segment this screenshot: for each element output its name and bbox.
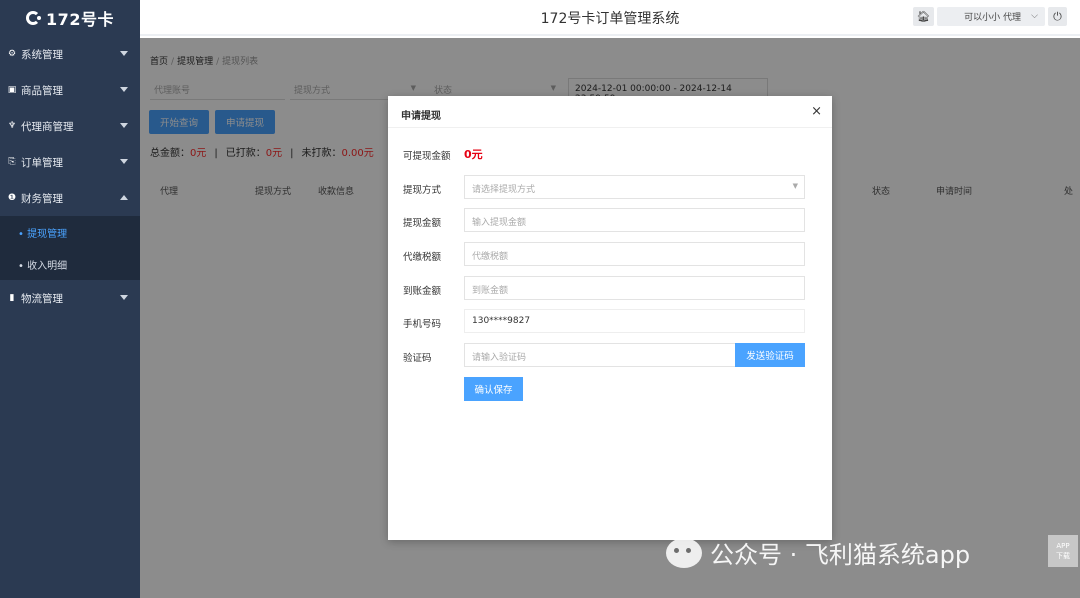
- user-select-value: 可以小小 代理: [964, 13, 1021, 23]
- sidebar-item-label: 订单管理: [21, 156, 63, 169]
- phone-field[interactable]: 130****9827: [464, 309, 805, 333]
- finance-icon: ❶: [7, 193, 17, 203]
- top-header: 172号卡订单管理系统 🏠︎ 可以小小 代理 ⌵ ⏻: [140, 0, 1080, 36]
- chevron-down-icon: [120, 159, 128, 164]
- method-placeholder: 请选择提现方式: [472, 185, 536, 195]
- dialog-title: 申请提现: [401, 111, 441, 122]
- sidebar-item-finance[interactable]: ❶ 财务管理: [0, 180, 140, 216]
- available-label: 可提现金额: [403, 151, 451, 162]
- chevron-down-icon: ⌵: [1031, 11, 1038, 21]
- app-download-badge[interactable]: APP 下载: [1048, 535, 1078, 567]
- tax-amount-input[interactable]: 代缴税额: [464, 242, 805, 266]
- code-label: 验证码: [403, 353, 432, 364]
- gear-icon: ⚙: [7, 49, 17, 59]
- sidebar-item-agent[interactable]: ♆ 代理商管理: [0, 108, 140, 144]
- chevron-up-icon: [120, 195, 128, 200]
- withdraw-dialog: 申请提现 × 可提现金额 0元 提现方式 请选择提现方式 ▼ 提现金额 输入提现…: [388, 96, 832, 540]
- received-label: 到账金额: [403, 286, 442, 297]
- tax-label: 代缴税额: [403, 252, 442, 263]
- goods-icon: ▣: [7, 85, 17, 95]
- sidebar-item-logistics[interactable]: ▮ 物流管理: [0, 280, 140, 316]
- available-amount: 0元: [464, 148, 483, 161]
- bookmark-icon: ▮: [9, 293, 15, 303]
- amount-label: 提现金额: [403, 218, 442, 229]
- sidebar-item-label: 代理商管理: [21, 120, 74, 133]
- wechat-icon: [666, 537, 702, 568]
- chevron-down-icon: ▼: [792, 182, 798, 190]
- withdraw-amount-input[interactable]: 输入提现金额: [464, 208, 805, 232]
- sidebar-item-goods[interactable]: ▣ 商品管理: [0, 72, 140, 108]
- sidebar-item-label: 系统管理: [21, 48, 63, 61]
- sidebar-item-label: 商品管理: [21, 84, 63, 97]
- watermark-text: 公众号 · 飞利猫系统app: [710, 541, 971, 569]
- order-icon: ⎘: [8, 157, 16, 167]
- finance-submenu: • 提现管理 • 收入明细: [0, 216, 140, 280]
- sidebar: 172号卡 ⚙ 系统管理 ▣ 商品管理 ♆ 代理商管理 ⎘ 订单管理 ❶ 财务管…: [0, 0, 140, 598]
- agent-icon: ♆: [7, 121, 17, 131]
- sidebar-item-label: 财务管理: [21, 192, 63, 205]
- user-select[interactable]: 可以小小 代理 ⌵: [937, 7, 1045, 26]
- home-icon: 🏠︎: [916, 10, 931, 23]
- method-label: 提现方式: [403, 185, 442, 196]
- watermark: 公众号 · 飞利猫系统app: [666, 535, 970, 570]
- logo-icon: [26, 11, 42, 25]
- verification-code-input[interactable]: 请输入验证码: [464, 343, 736, 367]
- sidebar-item-label: 物流管理: [21, 292, 63, 305]
- close-icon[interactable]: ×: [811, 104, 822, 119]
- chevron-down-icon: [120, 295, 128, 300]
- sidebar-subitem-withdraw[interactable]: • 提现管理: [0, 216, 140, 248]
- app-badge-line1: APP: [1056, 542, 1070, 550]
- send-code-button[interactable]: 发送验证码: [735, 343, 805, 367]
- chevron-down-icon: [120, 51, 128, 56]
- save-button[interactable]: 确认保存: [464, 377, 523, 401]
- received-amount-input[interactable]: 到账金额: [464, 276, 805, 300]
- dialog-divider: [388, 127, 832, 128]
- power-icon: ⏻: [1053, 9, 1062, 23]
- brand-logo[interactable]: 172号卡: [0, 0, 140, 36]
- logo-text: 172号卡: [46, 10, 114, 29]
- withdraw-method-select[interactable]: 请选择提现方式 ▼: [464, 175, 805, 199]
- sidebar-item-system[interactable]: ⚙ 系统管理: [0, 36, 140, 72]
- chevron-down-icon: [120, 123, 128, 128]
- phone-label: 手机号码: [403, 319, 442, 330]
- logout-button[interactable]: ⏻: [1048, 7, 1067, 26]
- chevron-down-icon: [120, 87, 128, 92]
- sidebar-item-orders[interactable]: ⎘ 订单管理: [0, 144, 140, 180]
- home-button[interactable]: 🏠︎: [913, 7, 934, 26]
- app-badge-line2: 下载: [1056, 552, 1070, 560]
- sidebar-subitem-income[interactable]: • 收入明细: [0, 248, 140, 280]
